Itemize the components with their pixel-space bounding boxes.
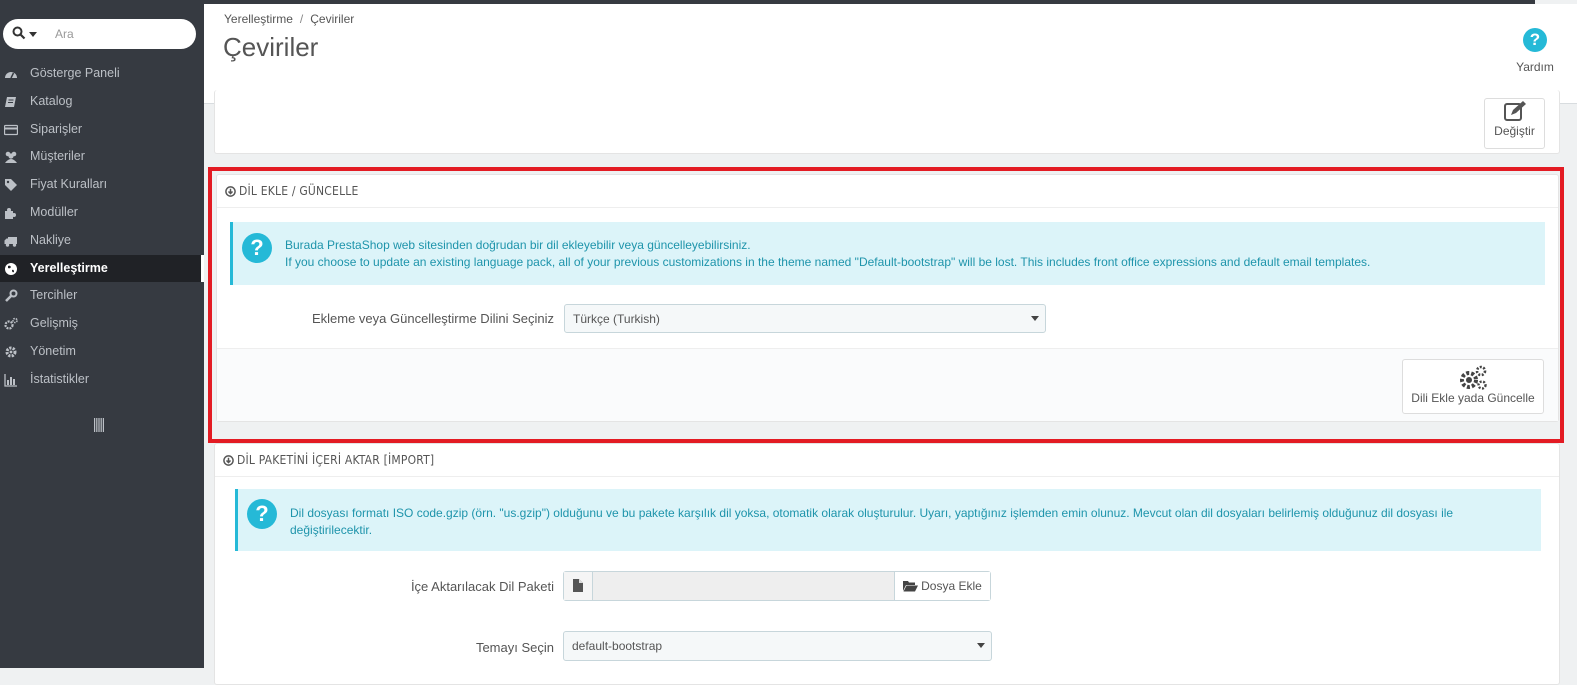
sidebar-item-advanced[interactable]: Gelişmiş (0, 310, 204, 338)
sidebar-item-orders[interactable]: Siparişler (0, 116, 204, 144)
download-circle-icon (223, 455, 234, 466)
import-language-panel: DİL PAKETİNİ İÇERİ AKTAR [İMPORT] ? Dil … (214, 443, 1560, 685)
sidebar-nav: Gösterge Paneli Katalog Siparişler Müşte… (0, 60, 204, 394)
add-file-button[interactable]: Dosya Ekle (894, 572, 990, 600)
help-button[interactable]: ? Yardım (1513, 28, 1557, 74)
sidebar-item-preferences[interactable]: Tercihler (0, 282, 204, 310)
bar-chart-icon (4, 373, 17, 387)
sidebar-item-label: Katalog (30, 93, 73, 108)
sidebar-item-modules[interactable]: Modüller (0, 199, 204, 227)
collapse-menu-icon[interactable] (94, 418, 104, 432)
help-label: Yardım (1516, 60, 1554, 74)
puzzle-icon (5, 207, 16, 219)
credit-card-icon (4, 124, 18, 135)
sidebar: Ara Gösterge Paneli Katalog Siparişler M… (0, 0, 204, 668)
file-icon-box (564, 572, 593, 600)
search-box[interactable]: Ara (3, 19, 196, 49)
sidebar-item-label: Yönetim (30, 343, 76, 358)
page-title: Çeviriler (223, 32, 319, 62)
file-icon (573, 579, 583, 592)
add-file-button-label: Dosya Ekle (921, 579, 982, 593)
file-label: İçe Aktarılacak Dil Paketi (410, 579, 554, 594)
sidebar-item-label: Tercihler (30, 288, 78, 303)
breadcrumb-item-translations: Çeviriler (310, 12, 355, 26)
tags-icon (5, 179, 17, 192)
globe-icon (5, 262, 17, 275)
file-input[interactable]: Dosya Ekle (563, 571, 991, 601)
sidebar-item-stats[interactable]: İstatistikler (0, 366, 204, 394)
search-input[interactable]: Ara (55, 27, 74, 41)
users-icon (5, 152, 17, 164)
theme-select-value: default-bootstrap (572, 639, 663, 653)
truck-icon (4, 236, 17, 247)
sidebar-item-shipping[interactable]: Nakliye (0, 227, 204, 255)
chevron-down-icon[interactable] (29, 32, 37, 37)
sidebar-item-label: Gösterge Paneli (30, 66, 120, 80)
sidebar-item-catalog[interactable]: Katalog (0, 88, 204, 116)
sidebar-item-label: Yerelleştirme (30, 260, 108, 275)
sidebar-item-dashboard[interactable]: Gösterge Paneli (0, 60, 204, 88)
question-icon: ? (247, 499, 277, 529)
edit-button-label: Değiştir (1494, 124, 1535, 138)
folder-open-icon (903, 581, 919, 592)
theme-select-label: Temayı Seçin (475, 640, 554, 655)
info-alert-text: Dil dosyası formatı ISO code.gzip (örn. … (290, 506, 1454, 537)
cogs-icon (4, 317, 18, 330)
search-icon[interactable] (12, 26, 26, 40)
help-icon: ? (1523, 28, 1547, 52)
sidebar-item-price-rules[interactable]: Fiyat Kuralları (0, 171, 204, 199)
panel-heading: DİL PAKETİNİ İÇERİ AKTAR [İMPORT] (215, 444, 1559, 477)
sidebar-item-label: Siparişler (30, 121, 83, 136)
dashboard-icon (5, 72, 17, 79)
sidebar-item-label: Nakliye (30, 232, 71, 247)
theme-select[interactable]: default-bootstrap (563, 631, 992, 661)
breadcrumb-item-localization[interactable]: Yerelleştirme (224, 12, 293, 26)
sidebar-item-label: Fiyat Kuralları (30, 177, 108, 192)
book-icon (5, 96, 16, 107)
cog-icon (5, 346, 17, 358)
sidebar-item-administration[interactable]: Yönetim (0, 338, 204, 366)
panel-heading-text: DİL PAKETİNİ İÇERİ AKTAR [İMPORT] (237, 453, 435, 467)
page-header: Yerelleştirme / Çeviriler Çeviriler ? Yard… (204, 4, 1577, 104)
edit-button[interactable]: Değiştir (1484, 98, 1545, 149)
info-alert: ? Dil dosyası formatı ISO code.gzip (örn… (235, 489, 1541, 551)
wrench-icon (5, 289, 18, 303)
breadcrumb-separator: / (299, 12, 304, 26)
highlight-box (208, 167, 1564, 443)
breadcrumb: Yerelleştirme / Çeviriler (224, 12, 354, 26)
sidebar-item-label: Modüller (30, 204, 78, 219)
sidebar-item-label: Müşteriler (30, 149, 85, 164)
sidebar-item-label: Gelişmiş (30, 316, 78, 331)
chevron-down-icon (977, 643, 985, 648)
translations-panel: Değiştir (214, 90, 1560, 154)
sidebar-item-localization[interactable]: Yerelleştirme (0, 254, 204, 283)
edit-icon (1503, 101, 1526, 121)
sidebar-item-label: İstatistikler (30, 371, 90, 386)
sidebar-item-customers[interactable]: Müşteriler (0, 143, 204, 171)
